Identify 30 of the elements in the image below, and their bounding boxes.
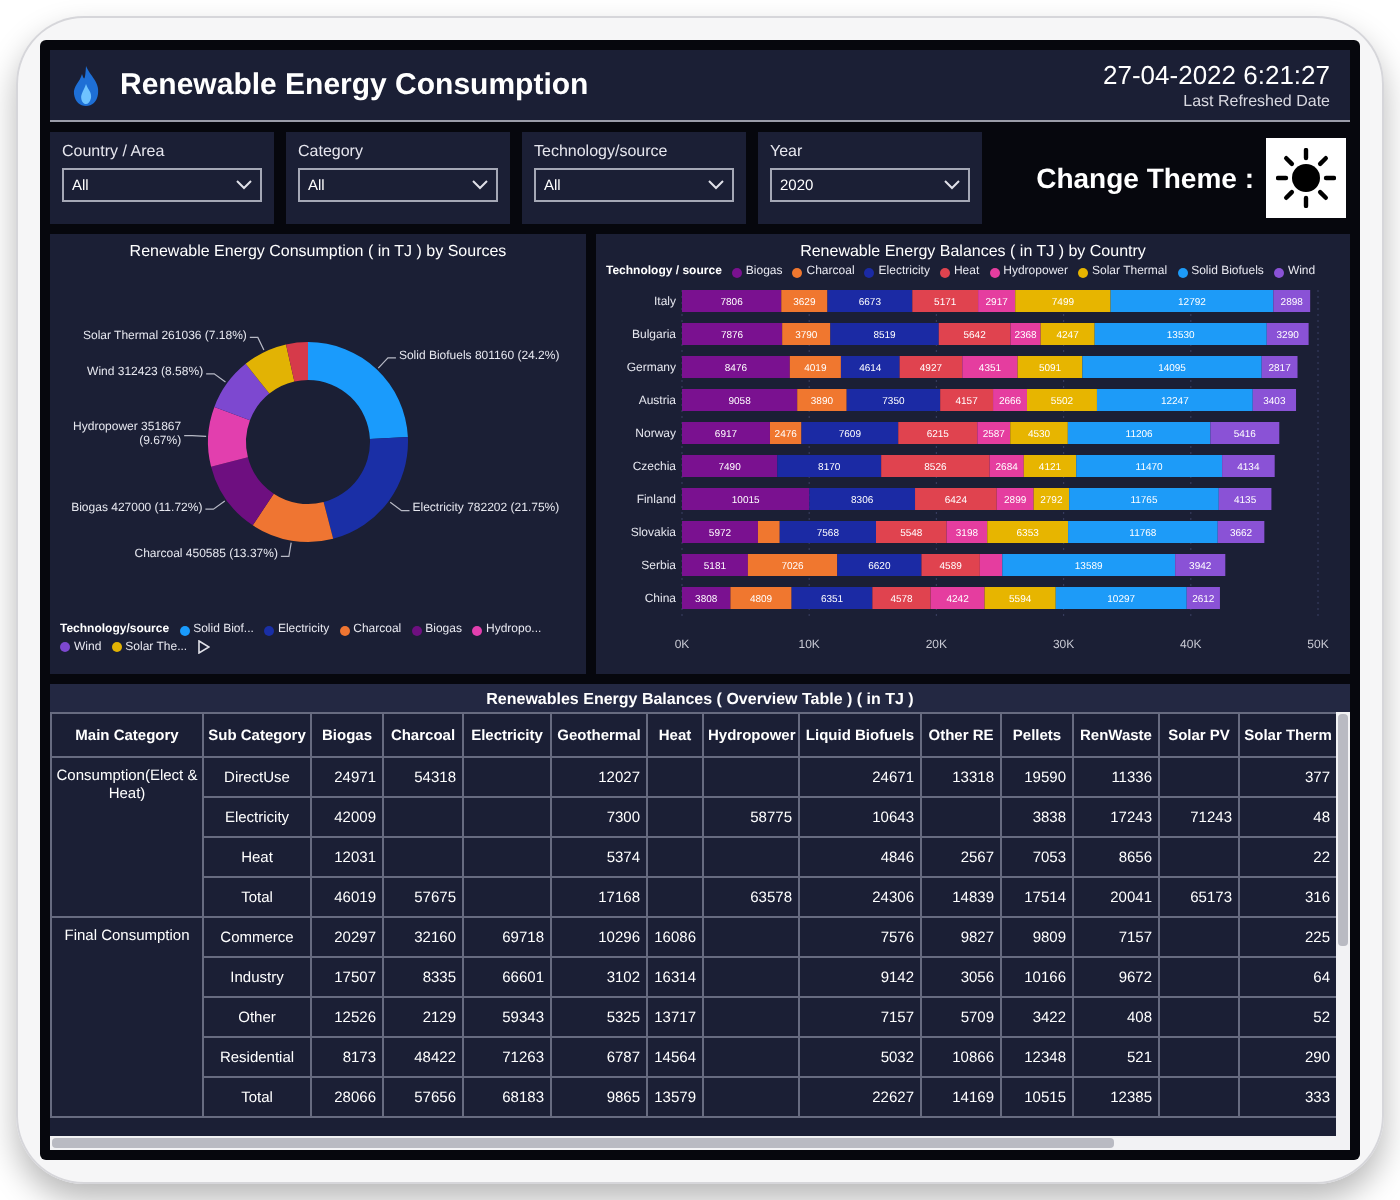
leader-line bbox=[204, 500, 226, 510]
leader-line bbox=[280, 542, 292, 557]
vertical-scrollbar[interactable] bbox=[1336, 712, 1350, 1136]
slicer-label: Technology/source bbox=[534, 142, 668, 160]
chevron-down-icon bbox=[472, 180, 488, 190]
leader-line bbox=[389, 501, 411, 512]
horizontal-scrollbar[interactable] bbox=[50, 1136, 1350, 1150]
refresh-time: 27-04-2022 6:21:27 bbox=[1103, 60, 1330, 90]
slicer-label: Category bbox=[298, 142, 363, 160]
sun-icon bbox=[1276, 148, 1336, 208]
refresh-label: Last Refreshed Date bbox=[1183, 92, 1330, 110]
theme-label: Change Theme : bbox=[1036, 162, 1254, 194]
flame-icon bbox=[70, 63, 102, 107]
scrollbar-thumb[interactable] bbox=[52, 1138, 1115, 1148]
table-title: Renewables Energy Balances ( Overview Table ) ( in TJ ) bbox=[50, 684, 1350, 712]
chart-title: Renewable Energy Consumption ( in TJ ) by Sources bbox=[129, 242, 507, 260]
dashboard-title: Renewable Energy Consumption bbox=[120, 68, 589, 102]
chevron-down-icon bbox=[944, 180, 960, 190]
slicer-label: Country / Area bbox=[62, 142, 165, 160]
leader-line bbox=[183, 435, 207, 437]
leader-line bbox=[249, 336, 265, 351]
slicer-label: Year bbox=[770, 142, 803, 160]
theme-toggle-button[interactable] bbox=[1266, 138, 1346, 218]
next-arrow-icon[interactable] bbox=[197, 640, 210, 654]
leader-line bbox=[377, 357, 397, 369]
chevron-down-icon bbox=[236, 180, 252, 190]
chart-title: Renewable Energy Balances ( in TJ ) by Country bbox=[800, 242, 1146, 260]
leader-line bbox=[205, 373, 227, 383]
scrollbar-thumb[interactable] bbox=[1338, 714, 1348, 945]
chevron-down-icon bbox=[708, 180, 724, 190]
